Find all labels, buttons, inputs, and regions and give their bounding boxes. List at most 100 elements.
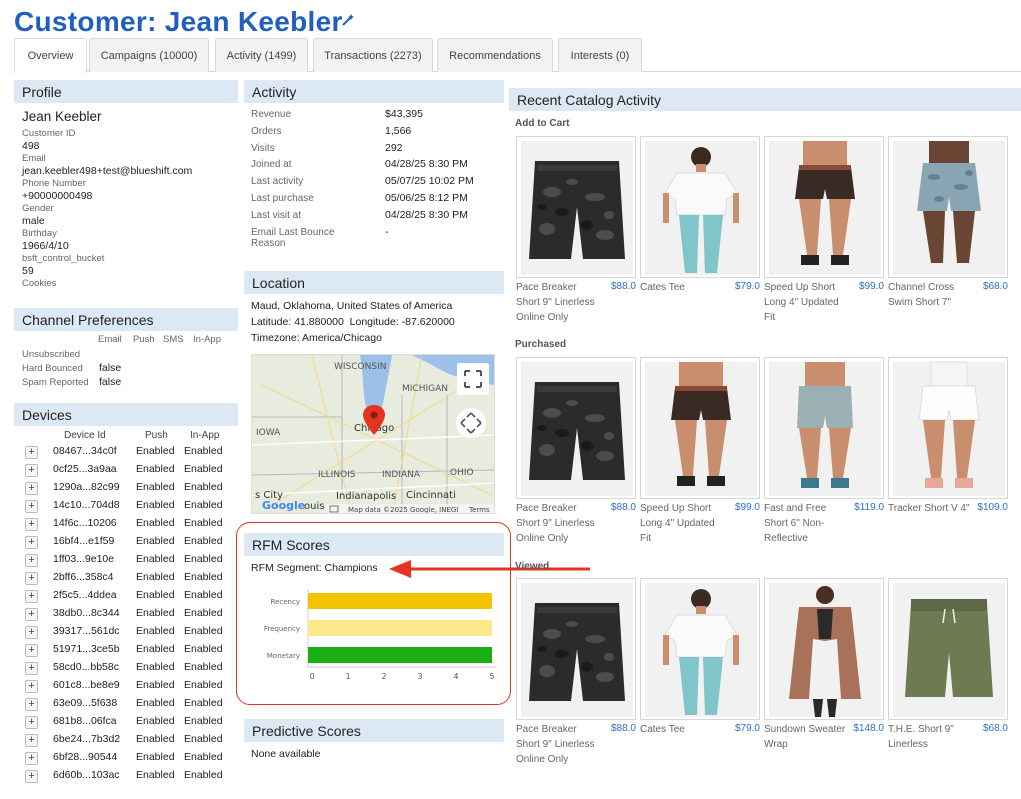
product-image[interactable] — [640, 578, 760, 720]
map-label: MICHIGAN — [402, 384, 448, 394]
product-image[interactable] — [516, 578, 636, 720]
profile-heading: Profile — [14, 80, 238, 103]
device-id: 08467...34c0f — [53, 445, 117, 457]
expand-plus-icon[interactable]: + — [25, 554, 38, 567]
expand-plus-icon[interactable]: + — [25, 716, 38, 729]
expand-plus-icon[interactable]: + — [25, 590, 38, 603]
product-name[interactable]: Fast and Free Short 6" Non-Reflective — [764, 501, 850, 546]
tab-bar: Overview Campaigns (10000) Activity (149… — [14, 38, 1021, 73]
product-name[interactable]: Cates Tee — [640, 722, 726, 737]
expand-plus-icon[interactable]: + — [25, 734, 38, 747]
expand-plus-icon[interactable]: + — [25, 464, 38, 477]
product-name[interactable]: Speed Up Short Long 4" Updated Fit — [640, 501, 726, 546]
expand-plus-icon[interactable]: + — [25, 500, 38, 513]
location-map[interactable]: WISCONSIN MICHIGAN IOWA Chicago ILLINOIS… — [251, 354, 495, 514]
product-image[interactable] — [516, 136, 636, 278]
tab-campaigns[interactable]: Campaigns (10000) — [89, 38, 209, 72]
product-image[interactable] — [888, 357, 1008, 499]
product-price: $79.0 — [734, 723, 760, 734]
device-inapp: Enabled — [184, 535, 223, 547]
activity-label: Last activity — [251, 176, 304, 188]
fullscreen-icon[interactable] — [457, 363, 489, 395]
device-inapp: Enabled — [184, 463, 223, 475]
map-label: ILLINOIS — [318, 470, 356, 480]
field-label: Customer ID — [22, 128, 76, 139]
product-name[interactable]: Pace Breaker Short 9" Linerless Online O… — [516, 722, 602, 767]
expand-plus-icon[interactable]: + — [25, 572, 38, 585]
map-label: Cincinnati — [406, 490, 456, 501]
device-inapp: Enabled — [184, 517, 223, 529]
channel-prefs-heading: Channel Preferences — [14, 308, 238, 331]
product-name[interactable]: Cates Tee — [640, 280, 726, 295]
expand-plus-icon[interactable]: + — [25, 680, 38, 693]
expand-plus-icon[interactable]: + — [25, 644, 38, 657]
product-image[interactable] — [640, 136, 760, 278]
location-heading: Location — [244, 271, 504, 294]
expand-plus-icon[interactable]: + — [25, 752, 38, 765]
device-push: Enabled — [136, 679, 175, 691]
map-terms-link[interactable]: Terms — [468, 506, 490, 514]
device-push: Enabled — [136, 481, 175, 493]
device-inapp: Enabled — [184, 499, 223, 511]
device-inapp: Enabled — [184, 769, 223, 781]
device-row: +0cf25...3a9aa Enabled Enabled — [22, 461, 238, 479]
product-name[interactable]: Channel Cross Swim Short 7" — [888, 280, 970, 310]
device-id: 63e09...5f638 — [53, 697, 118, 709]
activity-label: Last visit at — [251, 209, 302, 221]
tab-overview[interactable]: Overview — [14, 38, 87, 73]
tab-recommendations[interactable]: Recommendations — [437, 38, 553, 72]
product-image[interactable] — [764, 136, 884, 278]
device-inapp: Enabled — [184, 697, 223, 709]
expand-plus-icon[interactable]: + — [25, 608, 38, 621]
device-id: 58cd0...bb58c — [53, 661, 119, 673]
device-id: 14c10...704d8 — [53, 499, 120, 511]
device-row: +14f6c...10206 Enabled Enabled — [22, 515, 238, 533]
catalog-section-label: Purchased — [515, 339, 567, 350]
catalog-section-label: Viewed — [515, 561, 550, 572]
device-id: 16bf4...e1f59 — [53, 535, 115, 547]
product-image[interactable] — [516, 357, 636, 499]
map-label: Indianapolis — [336, 491, 396, 502]
activity-label: Visits — [251, 142, 275, 154]
product-price: $99.0 — [734, 502, 760, 513]
expand-plus-icon[interactable]: + — [25, 518, 38, 531]
predictive-heading: Predictive Scores — [244, 719, 504, 742]
expand-plus-icon[interactable]: + — [25, 662, 38, 675]
expand-plus-icon[interactable]: + — [25, 698, 38, 711]
map-label: WISCONSIN — [334, 362, 386, 372]
magic-wand-icon[interactable] — [341, 13, 355, 30]
product-name[interactable]: Pace Breaker Short 9" Linerless Online O… — [516, 280, 602, 325]
tab-activity[interactable]: Activity (1499) — [215, 38, 308, 72]
product-name[interactable]: Pace Breaker Short 9" Linerless Online O… — [516, 501, 602, 546]
map-label: IOWA — [256, 428, 281, 438]
product-image[interactable] — [764, 578, 884, 720]
product-image[interactable] — [640, 357, 760, 499]
product-name[interactable]: Speed Up Short Long 4" Updated Fit — [764, 280, 850, 325]
expand-plus-icon[interactable]: + — [25, 536, 38, 549]
device-inapp: Enabled — [184, 607, 223, 619]
tab-interests[interactable]: Interests (0) — [558, 38, 642, 72]
product-price: $88.0 — [610, 723, 636, 734]
product-price: $148.0 — [853, 723, 884, 734]
product-image[interactable] — [888, 578, 1008, 720]
expand-plus-icon[interactable]: + — [25, 626, 38, 639]
product-name[interactable]: T.H.E. Short 9" Linerless — [888, 722, 970, 752]
product-name[interactable]: Sundown Sweater Wrap — [764, 722, 850, 752]
map-attribution: Map data ©2025 Google, INEGI — [348, 506, 458, 514]
product-image[interactable] — [764, 357, 884, 499]
product-name[interactable]: Tracker Short V 4" — [888, 501, 970, 516]
device-inapp: Enabled — [184, 679, 223, 691]
device-push: Enabled — [136, 589, 175, 601]
tab-transactions[interactable]: Transactions (2273) — [313, 38, 433, 72]
expand-plus-icon[interactable]: + — [25, 446, 38, 459]
expand-plus-icon[interactable]: + — [25, 770, 38, 783]
map-pan-control-icon[interactable] — [456, 408, 486, 438]
device-id: 38db0...8c344 — [53, 607, 120, 619]
google-logo: Google — [262, 499, 305, 512]
device-row: +601c8...be8e9 Enabled Enabled — [22, 677, 238, 695]
product-image[interactable] — [888, 136, 1008, 278]
field-value: +90000000498 — [22, 190, 93, 202]
expand-plus-icon[interactable]: + — [25, 482, 38, 495]
device-id: 6bf28...90544 — [53, 751, 118, 763]
device-push: Enabled — [136, 535, 175, 547]
